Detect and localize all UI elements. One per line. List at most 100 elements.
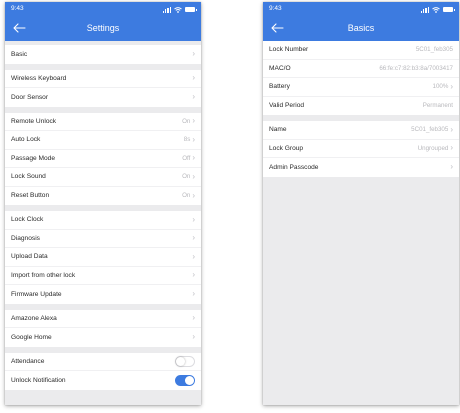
battery-icon: [185, 7, 197, 12]
item-label: Wireless Keyboard: [11, 74, 67, 82]
settings-item-auto-lock[interactable]: Auto Lock 8s ›: [5, 131, 201, 150]
battery-icon: [443, 7, 455, 12]
settings-item-door-sensor[interactable]: Door Sensor ›: [5, 88, 201, 107]
settings-group-basic: Basic ›: [5, 45, 201, 64]
item-value: On: [182, 173, 191, 181]
item-value: 5C01_feb305: [415, 46, 453, 54]
chevron-right-icon: ›: [192, 153, 195, 163]
settings-item-amazone-alexa[interactable]: Amazone Alexa ›: [5, 310, 201, 328]
item-label: Google Home: [11, 333, 52, 341]
item-value: Permanent: [422, 102, 453, 110]
settings-item-upload-data[interactable]: Upload Data ›: [5, 248, 201, 267]
item-label: Passage Mode: [11, 154, 55, 162]
toggle-knob: [185, 375, 194, 385]
basics-item-mac: MAC/O 66:fe:c7:82:b3:8a/7003417: [263, 60, 459, 78]
chevron-right-icon: ›: [450, 143, 453, 153]
basics-header: 9:43 Basics: [263, 2, 459, 41]
chevron-right-icon: ›: [192, 92, 195, 102]
settings-item-lock-sound[interactable]: Lock Sound On ›: [5, 168, 201, 187]
settings-item-firmware-update[interactable]: Firmware Update ›: [5, 285, 201, 304]
settings-group-integrations: Amazone Alexa › Google Home ›: [5, 309, 201, 347]
settings-item-import-from-other-lock[interactable]: Import from other lock ›: [5, 267, 201, 285]
item-label: Lock Number: [269, 46, 309, 54]
chevron-right-icon: ›: [192, 251, 195, 261]
basics-screen: 9:43 Basics Lock Number 5C01_feb305 MAC/…: [263, 2, 459, 405]
status-icons: [420, 6, 455, 13]
settings-group-accessories: Wireless Keyboard › Door Sensor ›: [5, 69, 201, 107]
item-value: 100%: [432, 83, 449, 91]
settings-header: 9:43 Settings: [5, 2, 201, 41]
attendance-toggle[interactable]: [175, 355, 195, 367]
item-label: Attendance: [11, 357, 45, 365]
unlock-notification-toggle[interactable]: [175, 374, 195, 386]
basics-item-lock-group[interactable]: Lock Group Ungrouped ›: [263, 140, 459, 158]
item-label: Firmware Update: [11, 290, 62, 298]
page-title: Basics: [347, 23, 375, 33]
chevron-right-icon: ›: [192, 289, 195, 299]
settings-item-lock-clock[interactable]: Lock Clock ›: [5, 211, 201, 230]
status-bar: 9:43: [11, 5, 197, 15]
item-label: Battery: [269, 83, 290, 91]
chevron-right-icon: ›: [192, 270, 195, 280]
chevron-right-icon: ›: [192, 73, 195, 83]
item-label: Diagnosis: [11, 234, 40, 242]
item-label: Unlock Notification: [11, 376, 66, 384]
chevron-right-icon: ›: [192, 49, 195, 59]
settings-item-passage-mode[interactable]: Passage Mode Off ›: [5, 150, 201, 168]
chevron-right-icon: ›: [192, 116, 195, 126]
settings-group-maintenance: Lock Clock › Diagnosis › Upload Data › I…: [5, 211, 201, 304]
settings-item-google-home[interactable]: Google Home ›: [5, 328, 201, 347]
signal-icon: [420, 6, 429, 13]
item-label: Import from other lock: [11, 271, 76, 279]
chevron-right-icon: ›: [450, 81, 453, 91]
basics-item-battery[interactable]: Battery 100% ›: [263, 78, 459, 97]
item-label: Amazone Alexa: [11, 314, 57, 322]
status-icons: [162, 6, 197, 13]
wifi-icon: [174, 6, 182, 13]
item-value: 5C01_feb305: [411, 126, 449, 134]
status-time: 9:43: [11, 5, 24, 12]
settings-item-basic[interactable]: Basic ›: [5, 45, 201, 64]
settings-item-reset-button[interactable]: Reset Button On ›: [5, 187, 201, 206]
chevron-right-icon: ›: [450, 124, 453, 134]
basics-item-lock-number: Lock Number 5C01_feb305: [263, 41, 459, 60]
basics-item-name[interactable]: Name 5C01_feb305 ›: [263, 121, 459, 140]
page-title: Settings: [86, 23, 120, 33]
settings-screen: 9:43 Settings Basic › Wireless Keyboard …: [5, 2, 201, 405]
item-label: Admin Passcode: [269, 163, 319, 171]
settings-item-remote-unlock[interactable]: Remote Unlock On ›: [5, 113, 201, 131]
toggle-knob: [176, 356, 185, 366]
item-label: Auto Lock: [11, 136, 41, 144]
settings-item-attendance: Attendance: [5, 353, 201, 371]
chevron-right-icon: ›: [192, 332, 195, 342]
item-label: Lock Clock: [11, 216, 44, 224]
item-label: Upload Data: [11, 253, 48, 261]
basics-group-settings: Name 5C01_feb305 › Lock Group Ungrouped › …: [263, 121, 459, 177]
basics-item-admin-passcode[interactable]: Admin Passcode ›: [263, 158, 459, 177]
item-label: Lock Group: [269, 144, 304, 152]
item-label: Lock Sound: [11, 173, 46, 181]
item-label: MAC/O: [269, 64, 291, 72]
item-label: Remote Unlock: [11, 117, 57, 125]
settings-group-lock-options: Remote Unlock On › Auto Lock 8s › Passage …: [5, 112, 201, 206]
item-value: On: [182, 192, 191, 200]
chevron-right-icon: ›: [450, 162, 453, 172]
chevron-right-icon: ›: [192, 190, 195, 200]
item-value: Ungrouped: [417, 144, 449, 152]
settings-item-diagnosis[interactable]: Diagnosis ›: [5, 230, 201, 248]
item-value: On: [182, 117, 191, 125]
wifi-icon: [432, 6, 440, 13]
item-value: 8s: [183, 136, 191, 144]
item-label: Name: [269, 126, 287, 134]
item-label: Valid Period: [269, 102, 305, 110]
chevron-right-icon: ›: [192, 214, 195, 224]
settings-item-wireless-keyboard[interactable]: Wireless Keyboard ›: [5, 70, 201, 88]
chevron-right-icon: ›: [192, 171, 195, 181]
status-bar: 9:43: [269, 5, 455, 15]
chevron-right-icon: ›: [192, 134, 195, 144]
settings-item-unlock-notification: Unlock Notification: [5, 371, 201, 390]
settings-group-toggles: Attendance Unlock Notification: [5, 352, 201, 390]
item-value: Off: [182, 154, 191, 162]
basics-item-valid-period: Valid Period Permanent: [263, 97, 459, 116]
chevron-right-icon: ›: [192, 313, 195, 323]
